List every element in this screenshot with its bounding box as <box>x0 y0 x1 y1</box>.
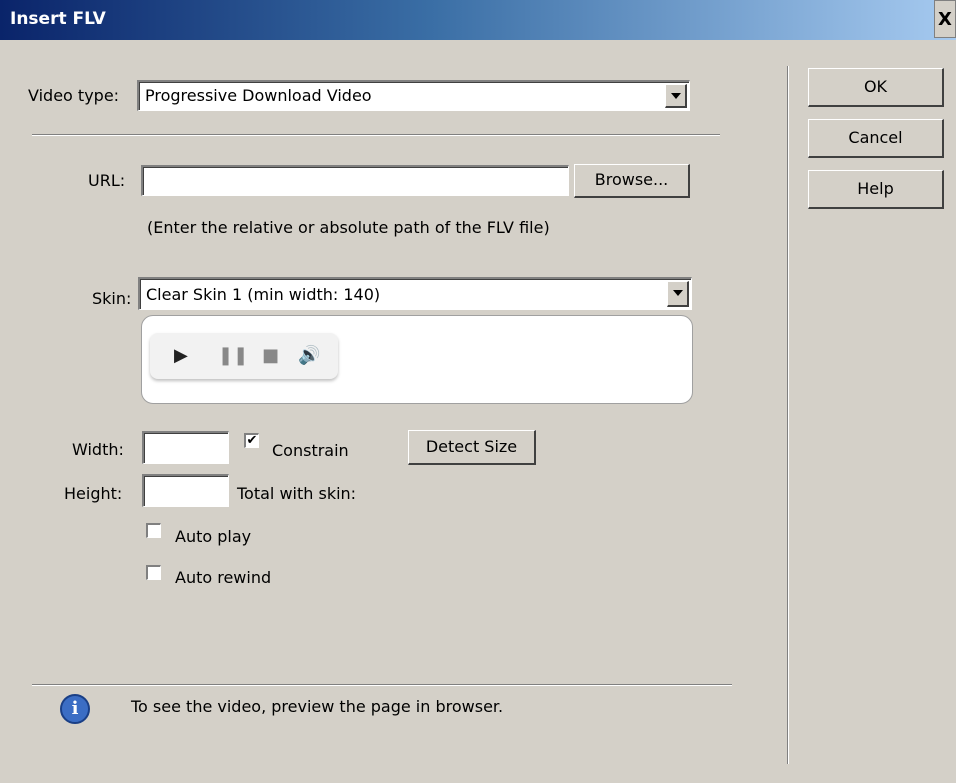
info-icon: i <box>60 694 90 724</box>
url-label: URL: <box>88 171 126 190</box>
url-hint: (Enter the relative or absolute path of … <box>147 218 550 237</box>
total-with-skin-label: Total with skin: <box>237 484 357 503</box>
browse-button[interactable]: Browse... <box>574 164 690 198</box>
bottom-divider <box>32 684 732 686</box>
constrain-label: Constrain <box>272 441 349 460</box>
skin-controller-bar: ▶ ❚❚ ■ 🔊 <box>150 333 338 379</box>
pause-icon: ❚❚ <box>218 345 249 366</box>
video-type-label: Video type: <box>28 86 120 105</box>
vertical-divider <box>787 66 789 764</box>
video-type-value: Progressive Download Video <box>145 86 372 105</box>
constrain-checkbox[interactable]: ✔ <box>244 433 259 448</box>
autorewind-checkbox[interactable] <box>146 565 161 580</box>
divider <box>32 134 720 136</box>
window-title: Insert FLV <box>10 9 106 29</box>
height-label: Height: <box>64 484 123 503</box>
height-input[interactable] <box>142 474 229 507</box>
cancel-button[interactable]: Cancel <box>808 119 944 158</box>
title-bar: Insert FLV <box>0 0 956 40</box>
detect-size-button[interactable]: Detect Size <box>408 430 536 465</box>
skin-label: Skin: <box>92 289 132 308</box>
video-type-select[interactable]: Progressive Download Video <box>137 80 690 111</box>
width-input[interactable] <box>142 431 229 464</box>
stop-icon: ■ <box>262 345 280 366</box>
autoplay-label: Auto play <box>175 527 252 546</box>
skin-value: Clear Skin 1 (min width: 140) <box>146 285 381 304</box>
info-text: To see the video, preview the page in br… <box>131 697 504 716</box>
width-label: Width: <box>72 440 124 459</box>
autoplay-checkbox[interactable] <box>146 523 161 538</box>
close-button[interactable]: X <box>934 0 956 38</box>
ok-button[interactable]: OK <box>808 68 944 107</box>
help-button[interactable]: Help <box>808 170 944 209</box>
chevron-down-icon[interactable] <box>665 84 687 108</box>
autorewind-label: Auto rewind <box>175 568 272 587</box>
chevron-down-icon[interactable] <box>667 281 689 307</box>
volume-icon: 🔊 <box>298 345 321 366</box>
skin-preview: ▶ ❚❚ ■ 🔊 <box>141 315 693 404</box>
skin-select[interactable]: Clear Skin 1 (min width: 140) <box>138 277 692 310</box>
play-icon: ▶ <box>174 345 188 366</box>
url-input[interactable] <box>141 165 569 196</box>
